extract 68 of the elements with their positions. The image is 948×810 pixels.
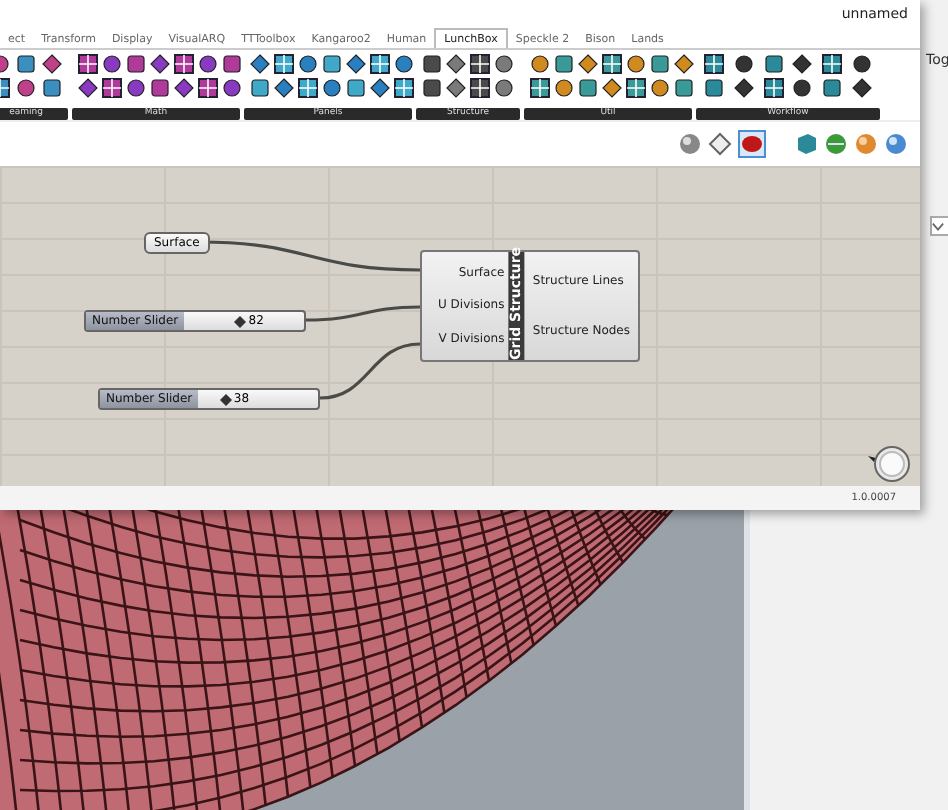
diamond-icon[interactable]: [851, 78, 872, 98]
circle-icon[interactable]: [626, 54, 646, 74]
square-icon[interactable]: [704, 78, 725, 98]
slider-grip[interactable]: [234, 315, 247, 327]
square-icon[interactable]: [150, 78, 170, 98]
square-icon[interactable]: [674, 78, 694, 98]
square-icon[interactable]: [422, 54, 442, 74]
circle-icon[interactable]: [222, 78, 242, 98]
square-icon[interactable]: [554, 54, 574, 74]
grid-icon[interactable]: [174, 54, 194, 74]
diamond-icon[interactable]: [792, 54, 813, 74]
wire: [305, 305, 421, 322]
grid-icon[interactable]: [470, 78, 490, 98]
grid-icon[interactable]: [78, 54, 98, 74]
sphere-icon[interactable]: [824, 132, 848, 156]
circle-icon[interactable]: [792, 78, 813, 98]
square-icon[interactable]: [41, 78, 62, 98]
circle-icon[interactable]: [126, 78, 146, 98]
square-icon[interactable]: [422, 78, 442, 98]
wire: [319, 342, 421, 400]
slider-grip[interactable]: [219, 393, 232, 405]
square-icon[interactable]: [763, 54, 784, 74]
grid-icon[interactable]: [394, 78, 414, 98]
diamond-icon[interactable]: [41, 54, 62, 74]
square-icon[interactable]: [222, 54, 242, 74]
chevron-down-icon: [932, 221, 944, 231]
circle-icon[interactable]: [322, 78, 342, 98]
grid-icon[interactable]: [102, 78, 122, 98]
circle-icon[interactable]: [494, 54, 514, 74]
grid-icon[interactable]: [763, 78, 784, 98]
circle-icon[interactable]: [554, 78, 574, 98]
circle-icon[interactable]: [15, 78, 36, 98]
grid-icon[interactable]: [298, 78, 318, 98]
globe-icon[interactable]: [884, 132, 908, 156]
circle-icon[interactable]: [394, 54, 414, 74]
square-icon[interactable]: [650, 54, 670, 74]
navigation-compass-icon[interactable]: [866, 444, 910, 484]
circle-icon[interactable]: [733, 54, 754, 74]
gem-icon[interactable]: [738, 130, 766, 158]
grid-icon[interactable]: [530, 78, 550, 98]
grid-icon[interactable]: [821, 54, 842, 74]
diamond-icon[interactable]: [78, 78, 98, 98]
circle-icon[interactable]: [650, 78, 670, 98]
diamond-icon[interactable]: [733, 78, 754, 98]
grid-icon[interactable]: [704, 54, 725, 74]
circle-icon[interactable]: [494, 78, 514, 98]
circle-icon[interactable]: [851, 54, 872, 74]
circle-icon[interactable]: [298, 54, 318, 74]
circle-icon[interactable]: [102, 54, 122, 74]
grid-icon[interactable]: [274, 54, 294, 74]
square-icon[interactable]: [821, 78, 842, 98]
sphere-icon[interactable]: [678, 132, 702, 156]
square-icon[interactable]: [578, 78, 598, 98]
square-icon[interactable]: [126, 54, 146, 74]
square-icon[interactable]: [322, 54, 342, 74]
circle-icon[interactable]: [198, 54, 218, 74]
grid-icon[interactable]: [470, 54, 490, 74]
cube-icon[interactable]: [794, 132, 818, 156]
grid-icon[interactable]: [370, 54, 390, 74]
grid-icon[interactable]: [198, 78, 218, 98]
square-icon[interactable]: [250, 78, 270, 98]
square-icon[interactable]: [346, 78, 366, 98]
grid-icon[interactable]: [626, 78, 646, 98]
diamond-icon[interactable]: [674, 54, 694, 74]
circle-icon[interactable]: [530, 54, 550, 74]
grid-icon[interactable]: [602, 54, 622, 74]
sphere-icon[interactable]: [854, 132, 878, 156]
square-icon[interactable]: [15, 54, 36, 74]
